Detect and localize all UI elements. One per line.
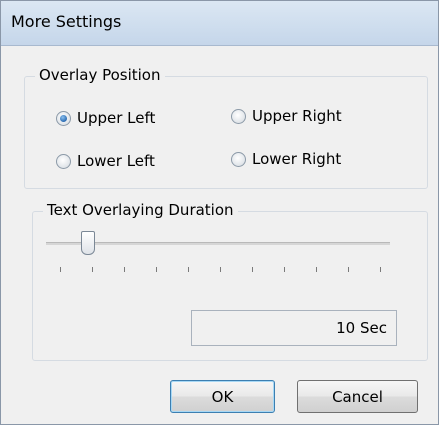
slider-tick	[92, 267, 93, 272]
overlay-position-group: Overlay Position	[24, 66, 428, 189]
radio-lower-left-label: Lower Left	[77, 152, 155, 170]
radio-lower-right[interactable]: Lower Right	[231, 150, 341, 168]
slider-tick	[284, 267, 285, 272]
slider-tick	[316, 267, 317, 272]
radio-upper-right[interactable]: Upper Right	[231, 107, 342, 125]
ok-button-label: OK	[211, 387, 234, 406]
radio-unselected-icon	[56, 153, 71, 169]
duration-slider-thumb[interactable]	[81, 231, 95, 255]
radio-unselected-icon	[231, 108, 246, 124]
radio-selected-icon	[56, 110, 71, 126]
ok-button[interactable]: OK	[170, 380, 275, 413]
title-bar[interactable]: More Settings	[1, 1, 438, 46]
radio-upper-left[interactable]: Upper Left	[56, 109, 155, 127]
duration-legend: Text Overlaying Duration	[43, 201, 238, 219]
slider-tick	[188, 267, 189, 272]
dialog-title: More Settings	[11, 12, 122, 31]
slider-tick	[156, 267, 157, 272]
radio-lower-left[interactable]: Lower Left	[56, 152, 155, 170]
cancel-button-label: Cancel	[332, 387, 383, 406]
duration-slider-track[interactable]	[46, 242, 390, 245]
radio-upper-right-label: Upper Right	[252, 107, 342, 125]
slider-tick	[380, 267, 381, 272]
duration-value-field: 10 Sec	[191, 310, 397, 346]
radio-lower-right-label: Lower Right	[252, 150, 342, 168]
radio-upper-left-label: Upper Left	[77, 109, 156, 127]
duration-value-text: 10 Sec	[336, 319, 387, 337]
more-settings-dialog: More Settings Overlay Position Upper Lef…	[0, 0, 439, 425]
slider-tick	[348, 267, 349, 272]
slider-tick	[124, 267, 125, 272]
slider-tick	[252, 267, 253, 272]
overlay-position-legend: Overlay Position	[35, 66, 165, 84]
slider-tick	[220, 267, 221, 272]
slider-tick	[60, 267, 61, 272]
cancel-button[interactable]: Cancel	[297, 380, 418, 413]
radio-unselected-icon	[231, 151, 246, 167]
